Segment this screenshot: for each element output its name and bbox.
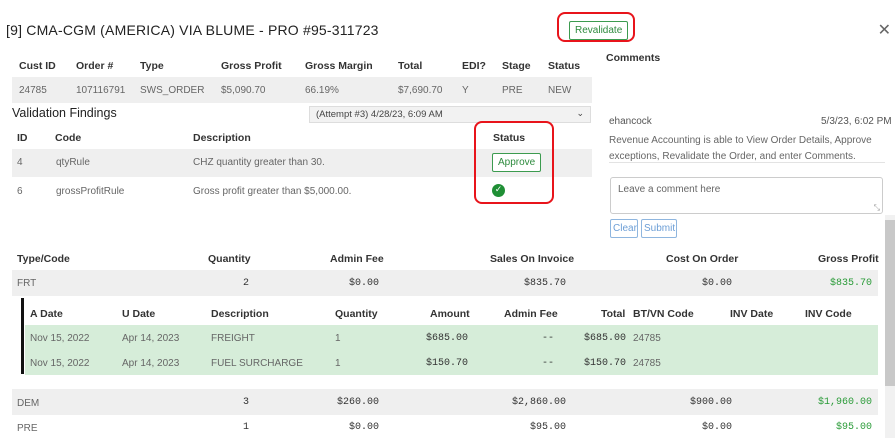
col-detail-quantity: Quantity bbox=[335, 308, 378, 320]
attempt-select-value: (Attempt #3) 4/28/23, 6:09 AM bbox=[316, 109, 443, 120]
col-stage: Stage bbox=[502, 60, 531, 72]
comment-divider bbox=[609, 162, 885, 163]
comment-input[interactable]: Leave a comment here ⤡ bbox=[610, 177, 883, 214]
detail-description: FUEL SURCHARGE bbox=[211, 358, 303, 369]
revalidate-button[interactable]: Revalidate bbox=[569, 21, 629, 40]
charge-admin-fee: $0.00 bbox=[348, 422, 379, 433]
col-edi: EDI? bbox=[462, 60, 486, 72]
comments-title: Comments bbox=[606, 52, 661, 64]
comment-placeholder: Leave a comment here bbox=[618, 184, 721, 195]
col-total: Total bbox=[398, 60, 423, 72]
col-gross-profit: Gross Profit bbox=[221, 60, 282, 72]
finding-code: grossProfitRule bbox=[56, 186, 125, 197]
col-detail-description: Description bbox=[211, 308, 269, 320]
detail-u-date: Apr 14, 2023 bbox=[122, 333, 180, 344]
scrollbar-thumb[interactable] bbox=[885, 220, 895, 386]
detail-total: $150.70 bbox=[583, 358, 626, 369]
col-inv-code: INV Code bbox=[805, 308, 852, 320]
validation-title: Validation Findings bbox=[12, 106, 117, 120]
col-amount: Amount bbox=[430, 308, 470, 320]
charge-sales: $2,860.00 bbox=[511, 397, 566, 408]
charge-cost: $0.00 bbox=[701, 278, 732, 289]
col-type: Type bbox=[140, 60, 164, 72]
order-type: SWS_ORDER bbox=[140, 85, 205, 96]
charge-cost: $900.00 bbox=[689, 397, 732, 408]
order-edi: Y bbox=[462, 85, 469, 96]
col-order-number: Order # bbox=[76, 60, 114, 72]
finding-description: Gross profit greater than $5,000.00. bbox=[193, 186, 352, 197]
detail-a-date: Nov 15, 2022 bbox=[30, 358, 90, 369]
col-cost-on-order: Cost On Order bbox=[666, 253, 739, 265]
col-u-date: U Date bbox=[122, 308, 156, 320]
charge-row[interactable] bbox=[12, 389, 878, 415]
detail-amount: $685.00 bbox=[425, 333, 468, 344]
detail-btvn-code: 24785 bbox=[633, 333, 661, 344]
detail-quantity: 1 bbox=[335, 358, 341, 369]
charge-code: PRE bbox=[17, 423, 38, 434]
col-admin-fee: Admin Fee bbox=[330, 253, 384, 265]
detail-admin-fee: -- bbox=[541, 333, 554, 344]
col-status: Status bbox=[548, 60, 581, 72]
charge-admin-fee: $0.00 bbox=[348, 278, 379, 289]
col-description: Description bbox=[193, 132, 251, 144]
close-icon[interactable]: ✕ bbox=[878, 20, 891, 39]
charge-code: FRT bbox=[17, 278, 37, 289]
detail-description: FREIGHT bbox=[211, 333, 255, 344]
order-number: 107116791 bbox=[76, 85, 126, 96]
order-gross-profit: $5,090.70 bbox=[221, 85, 266, 96]
comment-author: ehancock bbox=[609, 116, 652, 127]
charge-sales: $835.70 bbox=[523, 278, 566, 289]
detail-a-date: Nov 15, 2022 bbox=[30, 333, 90, 344]
col-gross-margin: Gross Margin bbox=[305, 60, 373, 72]
page-title: [9] CMA-CGM (AMERICA) VIA BLUME - PRO #9… bbox=[6, 22, 379, 38]
charge-gross-profit: $95.00 bbox=[835, 422, 872, 433]
highlight-ring-status bbox=[474, 121, 554, 204]
charge-sales: $95.00 bbox=[529, 422, 566, 433]
finding-code: qtyRule bbox=[56, 157, 90, 168]
col-detail-admin-fee: Admin Fee bbox=[504, 308, 558, 320]
charge-cost: $0.00 bbox=[701, 422, 732, 433]
charge-gross-profit: $1,960.00 bbox=[817, 397, 872, 408]
order-cust-id: 24785 bbox=[19, 85, 47, 96]
detail-quantity: 1 bbox=[335, 333, 341, 344]
charge-qty: 2 bbox=[243, 278, 250, 289]
detail-u-date: Apr 14, 2023 bbox=[122, 358, 180, 369]
finding-description: CHZ quantity greater than 30. bbox=[193, 157, 325, 168]
charge-row[interactable] bbox=[12, 270, 878, 296]
col-btvn-code: BT/VN Code bbox=[633, 308, 694, 320]
comment-text: Revenue Accounting is able to View Order… bbox=[609, 135, 872, 162]
charge-qty: 1 bbox=[243, 422, 250, 433]
order-total: $7,690.70 bbox=[398, 85, 443, 96]
charge-code: DEM bbox=[17, 398, 40, 409]
order-stage: PRE bbox=[502, 85, 523, 96]
detail-total: $685.00 bbox=[583, 333, 626, 344]
comment-timestamp: 5/3/23, 6:02 PM bbox=[821, 116, 892, 127]
detail-bar bbox=[21, 298, 24, 374]
detail-admin-fee: -- bbox=[541, 358, 554, 369]
col-a-date: A Date bbox=[30, 308, 63, 320]
attempt-select[interactable]: (Attempt #3) 4/28/23, 6:09 AM ⌄ bbox=[309, 106, 591, 123]
col-cust-id: Cust ID bbox=[19, 60, 56, 72]
col-code: Code bbox=[55, 132, 82, 144]
order-gross-margin: 66.19% bbox=[305, 85, 339, 96]
charge-gross-profit: $835.70 bbox=[829, 278, 872, 289]
col-detail-total: Total bbox=[601, 308, 626, 320]
resize-handle-icon[interactable]: ⤡ bbox=[874, 203, 880, 213]
detail-btvn-code: 24785 bbox=[633, 358, 661, 369]
charge-admin-fee: $260.00 bbox=[336, 397, 379, 408]
col-type-code: Type/Code bbox=[17, 253, 70, 265]
col-sales-on-invoice: Sales On Invoice bbox=[490, 253, 575, 265]
col-charge-gross-profit: Gross Profit bbox=[818, 253, 879, 265]
detail-amount: $150.70 bbox=[425, 358, 468, 369]
finding-id: 4 bbox=[17, 157, 23, 168]
finding-id: 6 bbox=[17, 186, 23, 197]
charge-qty: 3 bbox=[243, 397, 250, 408]
chevron-down-icon: ⌄ bbox=[576, 108, 584, 118]
submit-button[interactable]: Submit bbox=[641, 219, 677, 238]
order-status: NEW bbox=[548, 85, 572, 96]
col-inv-date: INV Date bbox=[730, 308, 774, 320]
clear-button[interactable]: Clear bbox=[610, 219, 638, 238]
col-quantity: Quantity bbox=[208, 253, 251, 265]
col-id: ID bbox=[17, 132, 28, 144]
